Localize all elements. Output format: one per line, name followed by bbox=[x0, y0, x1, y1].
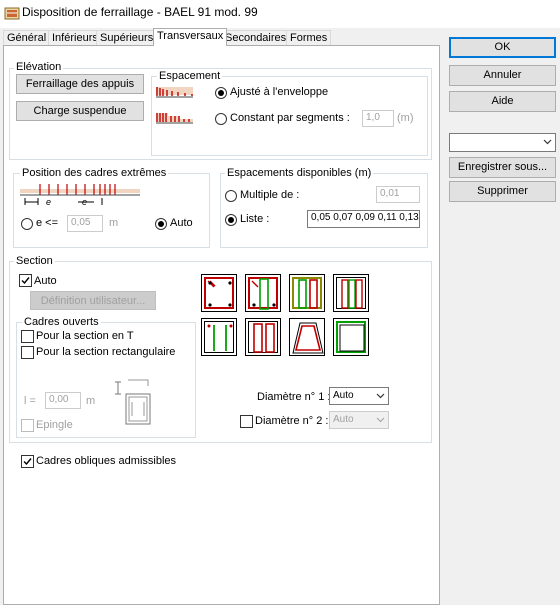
diametre2-label: Diamètre n° 2 : bbox=[255, 415, 329, 427]
section-rect-checkbox[interactable] bbox=[21, 346, 34, 359]
l-unit: m bbox=[86, 395, 96, 407]
constant-segments-label: Constant par segments : bbox=[230, 112, 350, 124]
position-auto-radio[interactable] bbox=[155, 218, 167, 230]
e-le-label: e <= bbox=[36, 217, 59, 229]
tab-superieurs[interactable]: Supérieurs bbox=[96, 30, 158, 45]
aide-button[interactable]: Aide bbox=[449, 91, 556, 112]
twin-stirrups-icon bbox=[253, 323, 275, 353]
diametre2-select[interactable]: Auto bbox=[329, 411, 389, 429]
tab-inferieurs[interactable]: Inférieurs bbox=[48, 30, 102, 45]
double-stirrup-icon bbox=[251, 278, 276, 310]
tab-transversaux[interactable]: Transversaux bbox=[153, 28, 228, 46]
checkmark-icon bbox=[21, 277, 30, 285]
section-type-tile-1[interactable] bbox=[201, 274, 237, 312]
triple-stirrup-icon bbox=[341, 279, 363, 309]
ok-button[interactable]: OK bbox=[449, 37, 556, 58]
annuler-button[interactable]: Annuler bbox=[449, 65, 556, 86]
diametre2-value: Auto bbox=[333, 414, 354, 425]
liste-radio[interactable] bbox=[225, 214, 237, 226]
e-le-unit: m bbox=[109, 217, 119, 229]
window-title: Disposition de ferraillage - BAEL 91 mod… bbox=[22, 5, 258, 19]
tab-formes[interactable]: Formes bbox=[286, 30, 332, 45]
liste-label: Liste : bbox=[240, 213, 270, 225]
e-le-radio[interactable] bbox=[21, 218, 33, 230]
elevation-label: Elévation bbox=[14, 61, 64, 73]
constant-segments-radio[interactable] bbox=[215, 113, 227, 125]
section-type-tile-2[interactable] bbox=[245, 274, 281, 312]
diametre1-select[interactable]: Auto bbox=[329, 387, 389, 405]
section-t-label: Pour la section en T bbox=[36, 330, 134, 342]
title-bar: Disposition de ferraillage - BAEL 91 mod… bbox=[0, 0, 560, 28]
section-auto-label: Auto bbox=[34, 275, 57, 287]
multiple-de-radio[interactable] bbox=[225, 190, 237, 202]
charge-suspendue-button[interactable]: Charge suspendue bbox=[16, 101, 144, 121]
diametre2-checkbox[interactable] bbox=[240, 415, 253, 428]
section-type-tile-7[interactable] bbox=[289, 318, 325, 356]
multiple-de-label: Multiple de : bbox=[240, 189, 300, 201]
constant-segments-unit: (m) bbox=[397, 112, 414, 124]
enregistrer-sous-button[interactable]: Enregistrer sous... bbox=[449, 157, 556, 178]
outer-stirrup-icon bbox=[339, 324, 365, 352]
diametre1-value: Auto bbox=[333, 390, 354, 401]
cadres-position-diagram bbox=[20, 184, 140, 205]
cadres-obliques-checkbox[interactable] bbox=[21, 455, 34, 468]
epingle-checkbox[interactable] bbox=[21, 419, 34, 432]
app-icon bbox=[4, 7, 20, 20]
position-cadres-label: Position des cadres extrêmes bbox=[20, 167, 169, 179]
trapezoid-stirrup-icon bbox=[292, 322, 324, 354]
espacements-dispo-label: Espacements disponibles (m) bbox=[225, 167, 374, 179]
inner-stirrups-icon bbox=[298, 279, 318, 309]
section-type-tile-3[interactable] bbox=[289, 274, 325, 312]
supprimer-button[interactable]: Supprimer bbox=[449, 181, 556, 202]
l-input[interactable]: 0,00 bbox=[45, 392, 81, 409]
section-rect-label: Pour la section rectangulaire bbox=[36, 346, 176, 358]
epingle-label: Epingle bbox=[36, 419, 73, 431]
definition-utilisateur-button[interactable]: Définition utilisateur... bbox=[30, 291, 156, 310]
ferraillage-appuis-button[interactable]: Ferraillage des appuis bbox=[16, 74, 144, 94]
enveloppe-spacing-icon bbox=[156, 87, 193, 98]
tab-secondaires[interactable]: Secondaires bbox=[221, 30, 291, 45]
section-type-tile-8[interactable] bbox=[333, 318, 369, 356]
diametre1-label: Diamètre n° 1 : bbox=[257, 391, 331, 403]
section-type-tile-4[interactable] bbox=[333, 274, 369, 312]
e-le-input[interactable]: 0,05 bbox=[67, 215, 103, 232]
tab-general[interactable]: Général bbox=[3, 30, 51, 45]
chevron-down-icon bbox=[543, 139, 552, 145]
section-auto-checkbox[interactable] bbox=[19, 274, 32, 287]
liste-input[interactable]: 0,05 0,07 0,09 0,11 0,13 0, bbox=[307, 210, 420, 228]
multiple-de-input[interactable]: 0,01 bbox=[376, 186, 420, 203]
segments-spacing-icon bbox=[156, 113, 193, 124]
cadres-obliques-label: Cadres obliques admissibles bbox=[36, 455, 177, 467]
chevron-down-icon bbox=[376, 393, 385, 399]
checkmark-icon bbox=[23, 458, 32, 466]
constant-segments-input[interactable]: 1,0 bbox=[362, 110, 394, 127]
pin-bars-icon bbox=[207, 324, 233, 351]
section-label: Section bbox=[14, 255, 55, 267]
section-t-checkbox[interactable] bbox=[21, 330, 34, 343]
section-type-tile-6[interactable] bbox=[245, 318, 281, 356]
configuration-select[interactable] bbox=[449, 133, 556, 152]
section-type-tile-5[interactable] bbox=[201, 318, 237, 356]
chevron-down-icon bbox=[376, 417, 385, 423]
position-auto-label: Auto bbox=[170, 217, 193, 229]
diagram-e-label-1: e bbox=[46, 197, 52, 207]
l-label: l = bbox=[24, 395, 36, 407]
espacement-label: Espacement bbox=[157, 70, 223, 82]
ajuste-enveloppe-radio[interactable] bbox=[215, 87, 227, 99]
ajuste-enveloppe-label: Ajusté à l'enveloppe bbox=[230, 86, 329, 98]
diagram-e-label-2: e bbox=[82, 197, 88, 207]
hook-icon bbox=[207, 280, 232, 307]
cadres-ouverts-label: Cadres ouverts bbox=[22, 316, 101, 328]
epingle-section-icon bbox=[115, 379, 151, 425]
